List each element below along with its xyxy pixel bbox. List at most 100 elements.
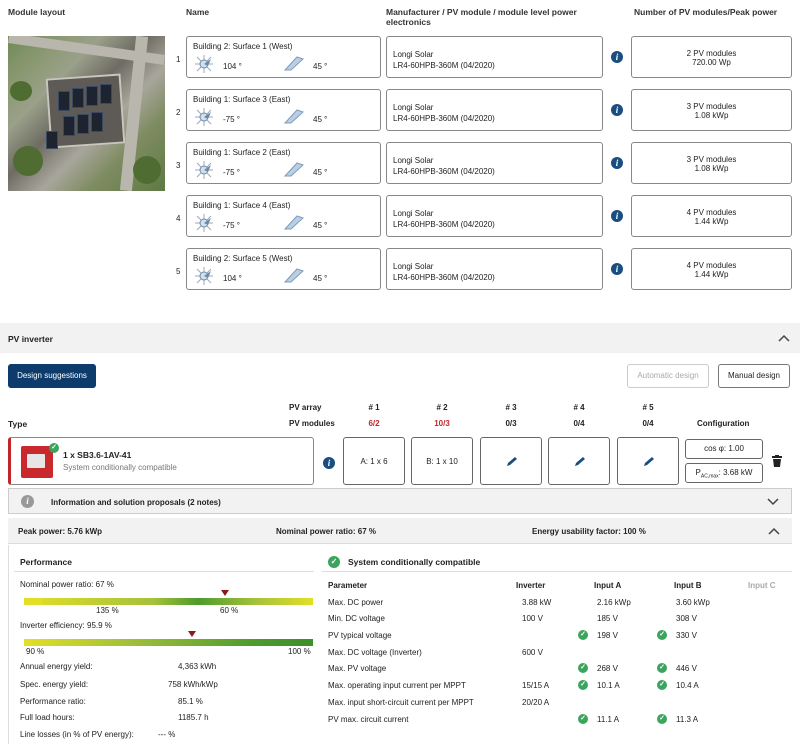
info-icon[interactable]: i — [611, 263, 623, 275]
input-header: # 1 — [368, 403, 380, 412]
surface-tilt: 45 ° — [313, 168, 328, 177]
input-modules: 6/2 — [368, 419, 380, 428]
module-count: 3 PV modules — [686, 155, 737, 164]
perf-value: --- % — [158, 730, 176, 739]
info-icon[interactable]: i — [611, 157, 623, 169]
chevron-up-icon[interactable] — [768, 527, 780, 535]
module-count-card[interactable]: 4 PV modules 1.44 kWp — [631, 248, 792, 290]
col-count: Number of PV modules/Peak power — [634, 7, 778, 17]
surface-azimuth: -75 ° — [223, 221, 240, 230]
compat-inverter: 20/20 A — [522, 698, 550, 707]
pv-modules-label: PV modules — [289, 419, 335, 428]
azimuth-sun-icon — [195, 267, 213, 285]
chevron-up-icon[interactable] — [778, 334, 790, 342]
module-model: LR4-60HPB-360M (04/2020) — [393, 167, 495, 176]
module-count-card[interactable]: 4 PV modules 1.44 kWp — [631, 195, 792, 237]
configuration-label: Configuration — [697, 419, 750, 428]
module-model: LR4-60HPB-360M (04/2020) — [393, 114, 495, 123]
compat-header: Input B — [674, 581, 702, 590]
input-header: # 5 — [642, 403, 654, 412]
surface-name: Building 1: Surface 4 (East) — [193, 201, 291, 210]
module-count: 4 PV modules — [686, 208, 737, 217]
surface-number: 2 — [176, 108, 181, 117]
tilt-panel-icon — [283, 56, 304, 71]
tilt-panel-icon — [283, 268, 304, 283]
module-card[interactable]: Longi Solar LR4-60HPB-360M (04/2020) — [386, 248, 603, 290]
compat-title: System conditionally compatible — [348, 557, 481, 567]
info-icon[interactable]: i — [323, 457, 335, 469]
surface-tilt: 45 ° — [313, 115, 328, 124]
info-icon[interactable]: i — [611, 51, 623, 63]
module-manufacturer: Longi Solar — [393, 262, 434, 271]
bar1-left-label: 135 % — [96, 606, 119, 615]
module-card[interactable]: Longi Solar LR4-60HPB-360M (04/2020) — [386, 36, 603, 78]
surface-name-card[interactable]: Building 1: Surface 4 (East) -75 ° 45 ° — [186, 195, 381, 237]
compat-input-b: 446 V — [676, 664, 697, 673]
pac-max-button[interactable]: PAC,max: 3.68 kW — [685, 463, 763, 483]
check-icon: ✓ — [578, 630, 588, 640]
compat-param: PV max. circuit current — [328, 715, 409, 724]
surface-tilt: 45 ° — [313, 62, 328, 71]
chevron-down-icon[interactable] — [767, 498, 779, 506]
compat-input-a: 268 V — [597, 664, 618, 673]
nominal-ratio-bar — [24, 598, 313, 605]
surface-name-card[interactable]: Building 2: Surface 1 (West) 104 ° 45 ° — [186, 36, 381, 78]
pv-inverter-title: PV inverter — [8, 334, 53, 344]
info-icon[interactable]: i — [611, 104, 623, 116]
surface-name-card[interactable]: Building 2: Surface 5 (West) 104 ° 45 ° — [186, 248, 381, 290]
surface-tilt: 45 ° — [313, 221, 328, 230]
compat-input-b: 11.3 A — [676, 715, 699, 724]
aerial-module-layout-image[interactable] — [8, 36, 165, 191]
surface-azimuth: 104 ° — [223, 274, 242, 283]
input-slot-button[interactable] — [480, 437, 542, 485]
compat-param: Min. DC voltage — [328, 614, 385, 623]
azimuth-sun-icon — [195, 214, 213, 232]
tilt-panel-icon — [283, 109, 304, 124]
module-model: LR4-60HPB-360M (04/2020) — [393, 61, 495, 70]
module-manufacturer: Longi Solar — [393, 209, 434, 218]
input-slot-button[interactable] — [548, 437, 610, 485]
surface-name-card[interactable]: Building 1: Surface 2 (East) -75 ° 45 ° — [186, 142, 381, 184]
input-slot-button[interactable] — [617, 437, 679, 485]
nominal-power-ratio: Nominal power ratio: 67 % — [276, 527, 377, 536]
inverter-image — [21, 446, 53, 478]
check-icon: ✓ — [49, 443, 59, 453]
check-icon: ✓ — [657, 663, 667, 673]
input-slot-button[interactable]: B: 1 x 10 — [411, 437, 473, 485]
module-count-card[interactable]: 3 PV modules 1.08 kWp — [631, 142, 792, 184]
peak-power-value: 1.44 kWp — [694, 270, 729, 279]
input-slot-button[interactable]: A: 1 x 6 — [343, 437, 405, 485]
surface-name-card[interactable]: Building 1: Surface 3 (East) -75 ° 45 ° — [186, 89, 381, 131]
module-card[interactable]: Longi Solar LR4-60HPB-360M (04/2020) — [386, 89, 603, 131]
pv-inverter-header[interactable]: PV inverter — [0, 323, 800, 353]
compat-input-a: 10.1 A — [597, 681, 620, 690]
input-header: # 2 — [436, 403, 448, 412]
surface-tilt: 45 ° — [313, 274, 328, 283]
summary-bar[interactable]: Peak power: 5.76 kWp Nominal power ratio… — [8, 518, 792, 544]
surface-azimuth: 104 ° — [223, 62, 242, 71]
trash-icon[interactable] — [772, 455, 782, 467]
module-count-card[interactable]: 3 PV modules 1.08 kWp — [631, 89, 792, 131]
module-card[interactable]: Longi Solar LR4-60HPB-360M (04/2020) — [386, 195, 603, 237]
peak-power: Peak power: 5.76 kWp — [18, 527, 103, 536]
module-manufacturer: Longi Solar — [393, 103, 434, 112]
compat-input-b: 10.4 A — [676, 681, 699, 690]
automatic-design-button[interactable]: Automatic design — [627, 364, 709, 388]
module-card[interactable]: Longi Solar LR4-60HPB-360M (04/2020) — [386, 142, 603, 184]
info-icon[interactable]: i — [611, 210, 623, 222]
cos-phi-button[interactable]: cos φ: 1.00 — [685, 439, 763, 459]
compat-param: PV typical voltage — [328, 631, 392, 640]
col-name: Name — [186, 7, 210, 17]
module-count-card[interactable]: 2 PV modules 720.00 Wp — [631, 36, 792, 78]
manual-design-button[interactable]: Manual design — [718, 364, 790, 388]
design-suggestions-button[interactable]: Design suggestions — [8, 364, 96, 388]
check-icon: ✓ — [657, 714, 667, 724]
check-icon: ✓ — [578, 714, 588, 724]
pencil-icon — [575, 457, 585, 466]
compat-input-a: 11.1 A — [597, 715, 620, 724]
compat-input-a: 185 V — [597, 614, 618, 623]
inverter-card[interactable]: ✓ 1 x SB3.6-1AV-41 System conditionally … — [8, 437, 314, 485]
info-notes-bar[interactable]: i Information and solution proposals (2 … — [8, 488, 792, 514]
tilt-panel-icon — [283, 215, 304, 230]
col-manufacturer: Manufacturer / PV module / module level … — [386, 7, 577, 27]
